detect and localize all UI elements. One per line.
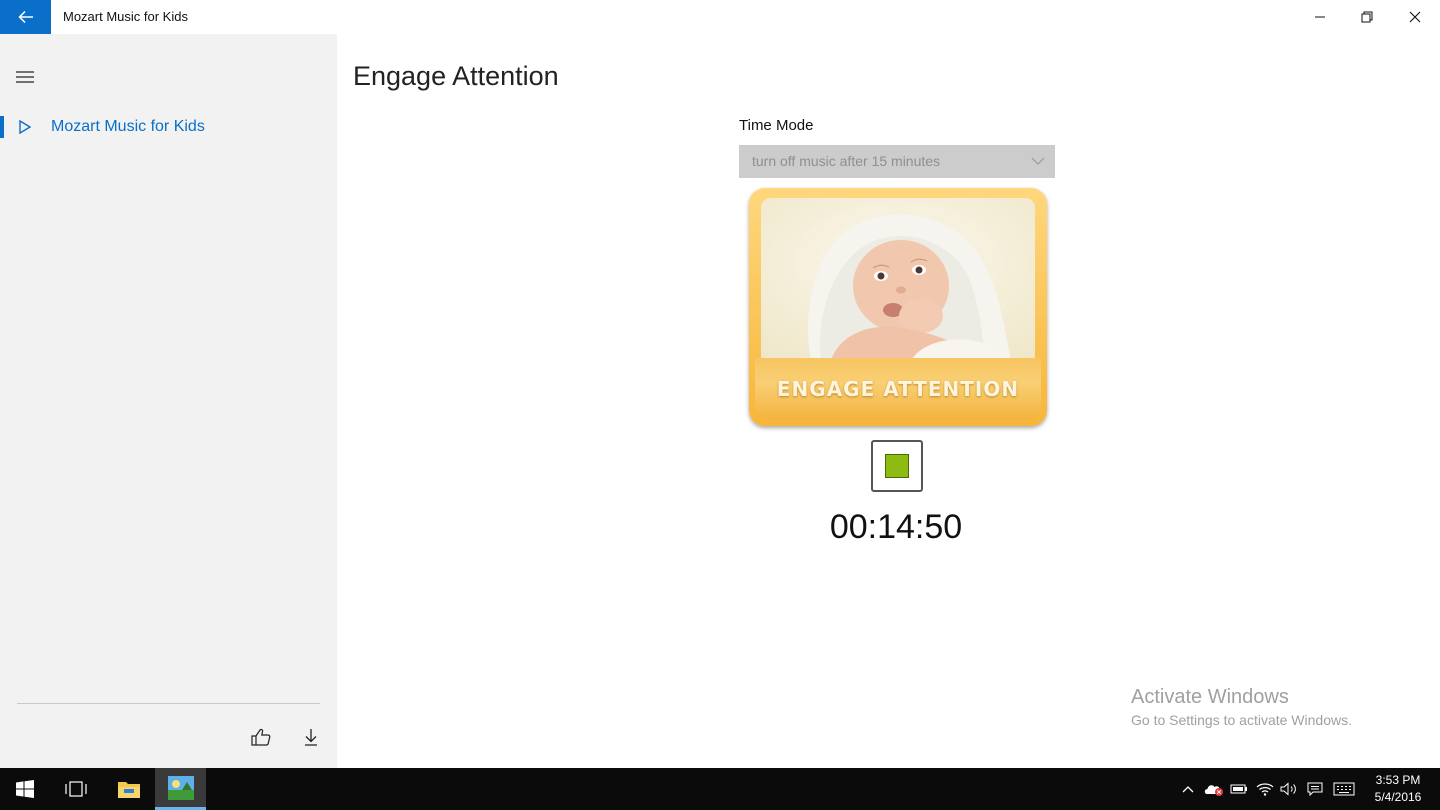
task-view-icon	[65, 781, 87, 797]
sidebar-divider	[17, 703, 320, 704]
minimize-icon	[1315, 16, 1325, 18]
restore-button[interactable]	[1344, 0, 1390, 34]
taskbar-clock[interactable]: 3:53 PM 5/4/2016	[1366, 772, 1430, 806]
page-title: Engage Attention	[353, 61, 559, 91]
keyboard-icon	[1333, 782, 1355, 796]
show-hidden-icons-button[interactable]	[1178, 768, 1198, 810]
action-center-button[interactable]	[1304, 768, 1326, 810]
minimize-button[interactable]	[1297, 0, 1343, 34]
app-thumbnail-icon	[167, 775, 194, 800]
file-explorer-button[interactable]	[103, 768, 155, 810]
watermark-subtitle: Go to Settings to activate Windows.	[1131, 712, 1352, 728]
volume-tray-button[interactable]	[1278, 768, 1300, 810]
mozart-app-taskbar-button[interactable]	[155, 768, 206, 810]
taskbar: 3:53 PM 5/4/2016	[0, 768, 1440, 810]
download-button[interactable]	[296, 722, 326, 752]
stop-icon	[885, 454, 909, 478]
time-mode-value: turn off music after 15 minutes	[752, 153, 941, 169]
baby-illustration	[761, 198, 1035, 360]
sidebar: Mozart Music for Kids	[0, 34, 337, 768]
time-mode-select[interactable]: turn off music after 15 minutes	[739, 145, 1055, 178]
stop-button[interactable]	[871, 440, 923, 492]
close-icon	[1409, 11, 1421, 23]
chevron-up-icon	[1182, 786, 1194, 793]
battery-icon	[1230, 784, 1247, 794]
restore-icon	[1361, 11, 1373, 23]
back-button[interactable]	[0, 0, 51, 34]
like-button[interactable]	[246, 722, 276, 752]
wifi-icon	[1256, 783, 1274, 796]
task-view-button[interactable]	[50, 768, 102, 810]
sidebar-item-mozart-music[interactable]: Mozart Music for Kids	[0, 112, 337, 142]
volume-icon	[1280, 782, 1296, 796]
play-outline-icon	[19, 119, 32, 135]
baby-photo	[761, 198, 1035, 360]
onedrive-error-icon	[1204, 785, 1223, 796]
watermark-title: Activate Windows	[1131, 686, 1289, 708]
card-banner-text: ENGAGE ATTENTION	[776, 377, 1020, 401]
battery-tray-button[interactable]	[1228, 768, 1250, 810]
network-tray-button[interactable]	[1254, 768, 1276, 810]
download-icon	[305, 729, 317, 746]
engage-attention-card[interactable]: ENGAGE ATTENTION	[749, 188, 1047, 426]
chevron-down-icon	[1031, 157, 1045, 165]
sidebar-item-label: Mozart Music for Kids	[51, 118, 205, 135]
windows-logo-icon	[16, 780, 34, 798]
card-banner: ENGAGE ATTENTION	[755, 358, 1041, 420]
notification-icon	[1307, 782, 1323, 796]
thumbs-up-icon	[251, 728, 271, 746]
back-arrow-icon	[17, 10, 33, 24]
folder-icon	[118, 782, 140, 798]
close-button[interactable]	[1392, 0, 1438, 34]
window-title: Mozart Music for Kids	[63, 9, 188, 24]
touch-keyboard-button[interactable]	[1330, 768, 1358, 810]
onedrive-tray-button[interactable]	[1202, 768, 1226, 810]
title-bar: Mozart Music for Kids	[0, 0, 1440, 34]
hamburger-icon	[16, 71, 34, 83]
activate-windows-watermark: Activate Windows Go to Settings to activ…	[1131, 686, 1352, 728]
time-mode-label: Time Mode	[739, 117, 814, 134]
selection-indicator	[0, 116, 4, 138]
countdown-timer: 00:14:50	[829, 508, 963, 546]
clock-time: 3:53 PM	[1375, 773, 1421, 787]
hamburger-button[interactable]	[9, 63, 41, 91]
start-button[interactable]	[0, 768, 50, 810]
clock-date: 5/4/2016	[1374, 790, 1422, 804]
